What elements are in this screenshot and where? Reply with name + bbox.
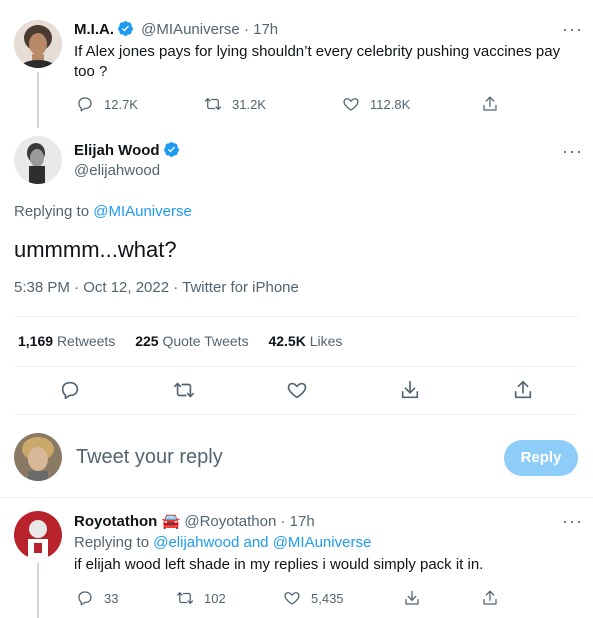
likes-stat[interactable]: 42.5K Likes [268,333,342,349]
royotathon-display-name[interactable]: Royotathon [74,513,157,530]
share-icon [483,96,497,111]
heart-icon [284,592,300,605]
main-like-button[interactable] [286,379,308,406]
elijah-display-name[interactable]: Elijah Wood [74,142,160,159]
more-options-icon[interactable]: ··· [562,20,583,38]
share-icon [514,380,532,399]
quotes-stat[interactable]: 225 Quote Tweets [135,333,248,349]
reply-tweet-like-count: 5,435 [311,590,344,606]
parent-reply-action[interactable]: 12.7K [76,95,138,113]
retweets-stat[interactable]: 1,169 Retweets [18,333,115,349]
reply-tweet-retweet-action[interactable]: 102 [176,589,226,607]
divider [0,497,593,498]
reply-icon [61,381,79,400]
share-icon [483,590,497,605]
reply-tweet-share-action[interactable] [481,589,499,607]
reply-tweet-reply-count: 33 [104,590,119,606]
main-reply-button[interactable] [59,379,81,406]
quote-count: 225 [135,333,159,349]
replying-to-line: Replying to @MIAuniverse [14,203,192,220]
mia-display-name[interactable]: M.I.A. [74,21,114,38]
reply-icon [78,97,92,112]
parent-retweet-count: 31.2K [232,96,266,112]
retweet-icon [204,98,222,110]
divider [14,366,579,367]
replying-to-handle-link[interactable]: @MIAuniverse [93,203,192,220]
divider [14,316,579,317]
royotathon-tweet-time[interactable]: · 17h [280,513,314,530]
main-tweet-timestamp[interactable]: 5:38 PM · Oct 12, 2022 · Twitter for iPh… [14,279,299,296]
royotathon-avatar[interactable] [14,511,62,559]
parent-tweet-header: M.I.A. @MIAuniverse · 17h [74,20,278,38]
reply-replying-to-handles[interactable]: @elijahwood and @MIAuniverse [153,534,371,551]
tweet-stats: 1,169 Retweets 225 Quote Tweets 42.5K Li… [18,333,342,349]
quote-label: Quote Tweets [162,333,249,349]
parent-reply-count: 12.7K [104,96,138,112]
car-emoji-icon: 🚘 [161,513,181,530]
verified-badge-icon [163,142,179,157]
thread-line [37,563,39,618]
reply-replying-to-line: Replying to @elijahwood and @MIAuniverse [74,534,371,551]
parent-like-action[interactable]: 112.8K [342,95,410,113]
retweets-label: Retweets [56,333,116,349]
reply-tweet-like-action[interactable]: 5,435 [283,589,344,607]
heart-icon [287,382,307,399]
mia-avatar[interactable] [14,20,62,68]
thread-line [37,72,39,128]
verified-badge-icon [118,21,133,36]
current-user-avatar[interactable] [14,433,62,481]
reply-replying-to-label: Replying to [74,534,150,551]
likes-label: Likes [309,333,343,349]
replying-to-label: Replying to [14,203,90,220]
reply-submit-button[interactable]: Reply [504,440,578,476]
mia-tweet-time[interactable]: · 17h [244,21,278,38]
retweet-icon [176,592,194,604]
royotathon-handle[interactable]: @Royotathon [184,513,276,530]
download-icon [401,380,419,399]
elijah-avatar[interactable] [14,136,62,184]
main-bookmark-button[interactable] [399,379,421,406]
parent-like-count: 112.8K [370,96,411,112]
elijah-handle[interactable]: @elijahwood [74,162,160,179]
parent-retweet-action[interactable]: 31.2K [204,95,266,113]
reply-tweet-text: if elijah wood left shade in my replies … [74,556,484,573]
divider [14,414,579,415]
main-tweet-text: ummmm...what? [14,237,177,262]
main-tweet-header: Elijah Wood [74,141,180,159]
reply-tweet-bookmark-action[interactable] [403,589,421,607]
parent-share-action[interactable] [481,95,499,113]
more-options-icon[interactable]: ··· [562,142,583,160]
reply-input[interactable]: Tweet your reply [76,446,223,469]
reply-tweet-reply-action[interactable]: 33 [76,589,118,607]
main-share-button[interactable] [512,379,534,406]
retweet-icon [174,382,194,398]
download-icon [405,590,419,605]
parent-tweet-text: If Alex jones pays for lying shouldn’t e… [74,43,561,80]
more-options-icon[interactable]: ··· [562,512,583,530]
reply-tweet-retweet-count: 102 [204,590,226,606]
reply-icon [78,591,92,606]
mia-handle[interactable]: @MIAuniverse [141,21,240,38]
retweets-count: 1,169 [18,333,54,349]
likes-count: 42.5K [268,333,306,349]
heart-icon [343,98,359,111]
reply-tweet-header: Royotathon 🚘 @Royotathon · 17h [74,512,315,530]
main-retweet-button[interactable] [173,379,195,406]
